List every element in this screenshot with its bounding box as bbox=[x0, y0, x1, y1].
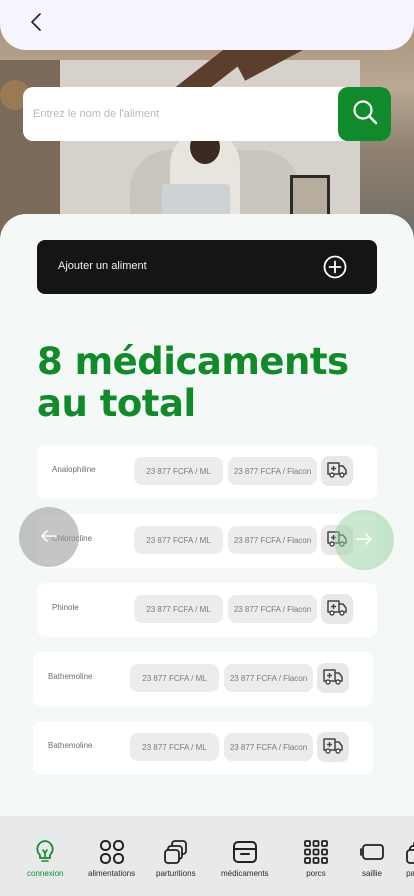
tab-connexion[interactable]: connexion bbox=[27, 838, 63, 878]
price-per-ml[interactable]: 23 877 FCFA / ML bbox=[134, 526, 223, 554]
price-per-flacon[interactable]: 23 877 FCFA / Flacon bbox=[228, 526, 317, 554]
list-item[interactable]: Phinole 23 877 FCFA / ML 23 877 FCFA / F… bbox=[37, 583, 377, 637]
ambulance-button[interactable] bbox=[317, 732, 349, 762]
add-food-button[interactable]: Ajouter un aliment bbox=[37, 240, 377, 294]
ambulance-icon bbox=[326, 460, 348, 482]
archive-box-icon bbox=[230, 838, 260, 866]
chevron-left-icon bbox=[30, 12, 42, 36]
ambulance-button[interactable] bbox=[321, 594, 353, 624]
tab-label: porcs bbox=[306, 869, 326, 878]
tab-label: alimentations bbox=[88, 869, 136, 878]
next-button[interactable] bbox=[334, 510, 394, 570]
tab-label: part bbox=[406, 869, 414, 878]
price-per-ml[interactable]: 23 877 FCFA / ML bbox=[130, 664, 219, 692]
price-per-flacon[interactable]: 23 877 FCFA / Flacon bbox=[224, 664, 313, 692]
price-per-flacon[interactable]: 23 877 FCFA / Flacon bbox=[228, 595, 317, 623]
previous-button[interactable] bbox=[19, 507, 79, 567]
tab-label: médicaments bbox=[221, 869, 269, 878]
arrow-left-icon bbox=[40, 528, 58, 547]
search-bar bbox=[23, 87, 391, 141]
ambulance-button[interactable] bbox=[317, 663, 349, 693]
price-per-flacon[interactable]: 23 877 FCFA / Flacon bbox=[228, 457, 317, 485]
search-input[interactable] bbox=[23, 87, 339, 141]
cards-stack-icon bbox=[398, 838, 414, 866]
plus-circle-icon bbox=[323, 255, 347, 279]
search-icon bbox=[351, 98, 379, 130]
ambulance-icon bbox=[326, 598, 348, 620]
list-item[interactable]: Bathemoline 23 877 FCFA / ML 23 877 FCFA… bbox=[33, 652, 373, 706]
list-item[interactable]: Chlorocline 23 877 FCFA / ML 23 877 FCFA… bbox=[37, 514, 377, 568]
add-food-label: Ajouter un aliment bbox=[58, 260, 147, 272]
page-title: 8 médicaments au total bbox=[37, 340, 349, 425]
price-per-ml[interactable]: 23 877 FCFA / ML bbox=[134, 595, 223, 623]
top-bar bbox=[0, 0, 414, 50]
ambulance-button[interactable] bbox=[321, 456, 353, 486]
tab-label: connexion bbox=[27, 869, 64, 878]
medication-name: Phinole bbox=[52, 603, 79, 612]
ambulance-icon bbox=[322, 736, 344, 758]
tab-part[interactable]: part bbox=[398, 838, 414, 878]
medication-name: Bathemoline bbox=[48, 741, 93, 750]
arrow-right-icon bbox=[355, 531, 373, 550]
cards-stack-icon bbox=[161, 838, 191, 866]
tab-label: saillie bbox=[361, 869, 382, 878]
dots-grid-icon bbox=[301, 838, 331, 866]
tab-saillie[interactable]: saillie bbox=[357, 838, 387, 878]
medication-name: Analophiline bbox=[52, 465, 96, 474]
grid-circles-icon bbox=[97, 838, 127, 866]
tab-parturitions[interactable]: parturitions bbox=[156, 838, 196, 878]
back-button[interactable] bbox=[26, 12, 46, 36]
tab-porcs[interactable]: porcs bbox=[301, 838, 331, 878]
battery-icon bbox=[357, 838, 387, 866]
tab-alimentations[interactable]: alimentations bbox=[88, 838, 135, 878]
tab-label: parturitions bbox=[156, 869, 196, 878]
ambulance-icon bbox=[322, 667, 344, 689]
price-per-flacon[interactable]: 23 877 FCFA / Flacon bbox=[224, 733, 313, 761]
tab-medicaments[interactable]: médicaments bbox=[221, 838, 269, 878]
bottom-nav: connexion alimentations parturitions méd… bbox=[0, 816, 414, 896]
lightbulb-icon bbox=[30, 838, 60, 866]
list-item[interactable]: Analophiline 23 877 FCFA / ML 23 877 FCF… bbox=[37, 445, 377, 499]
search-button[interactable] bbox=[338, 87, 391, 141]
price-per-ml[interactable]: 23 877 FCFA / ML bbox=[134, 457, 223, 485]
medication-name: Bathemoline bbox=[48, 672, 93, 681]
price-per-ml[interactable]: 23 877 FCFA / ML bbox=[130, 733, 219, 761]
list-item[interactable]: Bathemoline 23 877 FCFA / ML 23 877 FCFA… bbox=[33, 721, 373, 775]
